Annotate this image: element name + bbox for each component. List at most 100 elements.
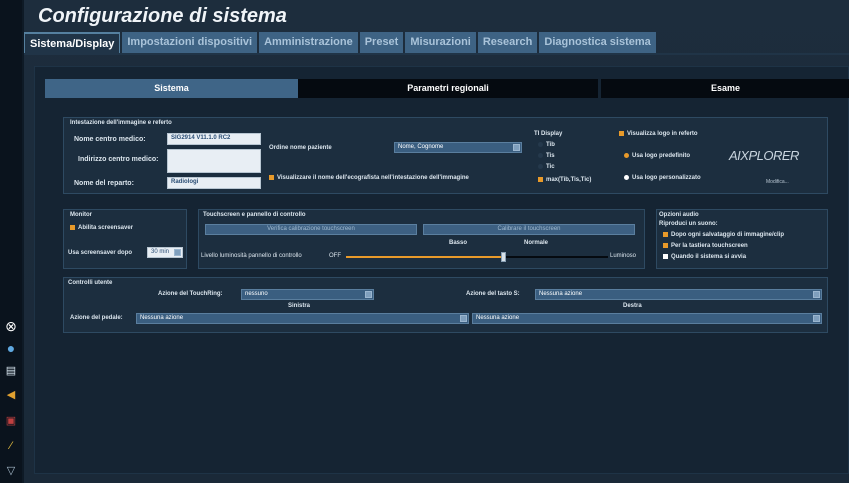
verify-calibration-button[interactable]: Verifica calibrazione touchscreen — [205, 224, 417, 235]
ti-option-tib[interactable]: Tib — [538, 142, 555, 148]
show-sonographer-label: Visualizzare il nome dell'ecografista ne… — [277, 175, 469, 182]
brightness-off-label: OFF — [329, 253, 341, 259]
dropdown-arrow-icon — [813, 291, 820, 298]
export-icon[interactable]: ▣ — [3, 412, 19, 428]
tab-impostazioni-dispositivi[interactable]: Impostazioni dispositivi — [122, 32, 258, 53]
touchscreen-box: Touchscreen e pannello di controllo Veri… — [198, 209, 645, 269]
department-field[interactable]: Radiologi — [167, 177, 261, 189]
show-logo-option[interactable]: Visualizza logo in referto — [619, 131, 698, 137]
modify-logo-link[interactable]: Modifica... — [766, 179, 789, 185]
tab-sistema-display[interactable]: Sistema/Display — [24, 32, 121, 53]
show-sonographer-option[interactable]: Visualizzare il nome dell'ecografista ne… — [269, 175, 469, 181]
patient-order-select[interactable]: Nome, Cognome — [394, 142, 522, 153]
main-window: Configurazione di sistema Sistema/Displa… — [24, 0, 849, 483]
ti-option-tic[interactable]: Tic — [538, 164, 555, 170]
left-pedal-label: Sinistra — [288, 303, 311, 309]
dropdown-arrow-icon — [513, 144, 520, 151]
checkbox-icon — [269, 175, 274, 180]
radio-icon — [538, 153, 543, 158]
close-icon[interactable]: ⊗ — [3, 318, 19, 334]
patient-order-value: Nome, Cognome — [398, 144, 444, 150]
ti-display-title: TI Display — [534, 131, 563, 137]
tab-preset[interactable]: Preset — [359, 32, 404, 53]
brightness-low-label: Basso — [449, 240, 468, 246]
right-pedal-label: Destra — [623, 303, 642, 309]
ti-option-label: Tic — [546, 164, 555, 171]
help-icon[interactable]: ● — [3, 340, 19, 356]
radio-icon — [624, 153, 629, 158]
pedal-left-value: Nessuna azione — [140, 315, 184, 321]
center-address-label: Indirizzo centro medico: — [78, 156, 159, 163]
subtab-parametri-regionali[interactable]: Parametri regionali — [298, 79, 598, 98]
default-logo-label: Usa logo predefinito — [632, 153, 691, 160]
screensaver-option[interactable]: Abilita screensaver — [70, 225, 133, 231]
brightness-label: Livello luminosità pannello di controllo — [201, 253, 302, 259]
sound-on-save-label: Dopo ogni salvataggio di immagine/clip — [671, 232, 785, 239]
s-key-value: Nessuna azione — [539, 291, 583, 297]
checkbox-icon — [619, 131, 624, 136]
tab-underline — [24, 53, 849, 55]
checkbox-icon — [663, 243, 668, 248]
s-key-label: Azione del tasto S: — [466, 291, 520, 297]
brightness-normal-label: Normale — [524, 240, 549, 246]
ti-option-label: Tis — [546, 153, 555, 160]
patient-order-label: Ordine nome paziente — [269, 145, 332, 151]
medical-center-field[interactable]: SIG2914 V11.1.0 RC2 — [167, 133, 261, 145]
sound-startup-label: Quando il sistema si avvia — [671, 254, 747, 261]
play-sound-label: Riproduci un suono: — [659, 221, 718, 227]
pedal-right-select[interactable]: Nessuna azione — [472, 313, 822, 324]
user-controls-title: Controlli utente — [68, 280, 113, 286]
checkbox-icon — [663, 254, 668, 259]
pedal-right-value: Nessuna azione — [476, 315, 520, 321]
center-address-field[interactable] — [167, 149, 261, 173]
s-key-select[interactable]: Nessuna azione — [535, 289, 822, 300]
screensaver-time-select[interactable]: 30 min — [147, 247, 183, 258]
medical-center-label: Nome centro medico: — [74, 136, 146, 143]
ti-option-label: max(Tib,Tis,Tic) — [546, 177, 592, 184]
pedal-left-select[interactable]: Nessuna azione — [136, 313, 469, 324]
brightness-slider-thumb[interactable] — [501, 252, 506, 262]
screensaver-label: Abilita screensaver — [78, 225, 134, 232]
radio-icon — [624, 175, 629, 180]
tab-diagnostica-sistema[interactable]: Diagnostica sistema — [539, 32, 656, 53]
pedal-action-label: Azione del pedale: — [70, 315, 123, 321]
radio-icon — [538, 164, 543, 169]
printer-icon[interactable]: ▤ — [3, 362, 19, 378]
subtab-sistema[interactable]: Sistema — [45, 79, 298, 98]
dropdown-arrow-icon — [813, 315, 820, 322]
brightness-slider-fill — [346, 256, 503, 258]
tab-amministrazione[interactable]: Amministrazione — [259, 32, 358, 53]
touchring-select[interactable]: nessuno — [241, 289, 374, 300]
touchring-value: nessuno — [245, 291, 268, 297]
tab-research[interactable]: Research — [477, 32, 538, 53]
tab-misurazioni[interactable]: Misurazioni — [405, 32, 476, 53]
content-panel: Sistema Parametri regionali Esame Intest… — [34, 66, 849, 474]
clean-brush-icon[interactable]: ⁄ — [3, 438, 19, 454]
user-controls-box: Controlli utente Azione del TouchRing: n… — [63, 277, 828, 333]
sound-on-save-option[interactable]: Dopo ogni salvataggio di immagine/clip — [663, 232, 784, 238]
sound-keyboard-label: Per la tastiera touchscreen — [671, 243, 748, 250]
wifi-icon[interactable]: ▽ — [3, 462, 19, 478]
dropdown-arrow-icon — [174, 249, 181, 256]
custom-logo-option[interactable]: Usa logo personalizzato — [624, 175, 701, 181]
header-settings-box: Intestazione dell'immagine e referto Nom… — [63, 117, 828, 194]
department-label: Nome del reparto: — [74, 180, 134, 187]
ti-option-tis[interactable]: Tis — [538, 153, 555, 159]
subtab-esame[interactable]: Esame — [601, 79, 849, 98]
checkbox-icon — [663, 232, 668, 237]
speaker-icon[interactable]: ◀ — [3, 386, 19, 402]
left-toolbar: ⊗ ● ▤ ◀ ▣ ⁄ ▽ — [0, 0, 22, 483]
calibrate-touchscreen-button[interactable]: Calibrare il touchscreen — [423, 224, 635, 235]
checkbox-icon — [70, 225, 75, 230]
sound-startup-option[interactable]: Quando il sistema si avvia — [663, 254, 746, 260]
brightness-bright-label: Luminoso — [610, 253, 637, 259]
sound-keyboard-option[interactable]: Per la tastiera touchscreen — [663, 243, 748, 249]
audio-box: Opzioni audio Riproduci un suono: Dopo o… — [656, 209, 828, 269]
dropdown-arrow-icon — [460, 315, 467, 322]
default-logo-option[interactable]: Usa logo predefinito — [624, 153, 690, 159]
sub-tabs: Sistema Parametri regionali Esame — [45, 79, 849, 98]
screensaver-after-label: Usa screensaver dopo — [68, 250, 133, 256]
radio-icon — [538, 142, 543, 147]
main-tabs: Sistema/Display Impostazioni dispositivi… — [24, 32, 658, 54]
ti-option-max[interactable]: max(Tib,Tis,Tic) — [538, 177, 591, 183]
